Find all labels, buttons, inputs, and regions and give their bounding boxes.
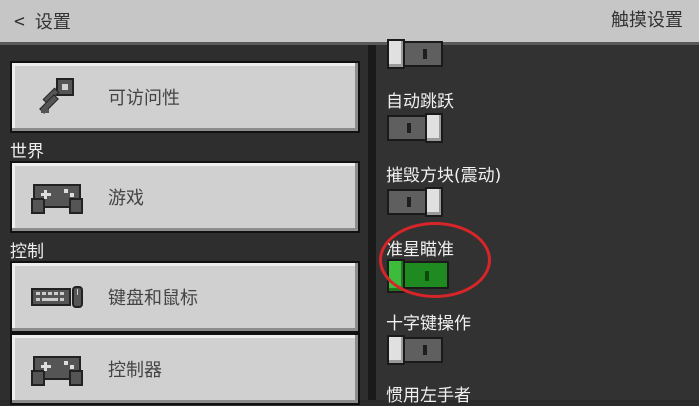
keyboard-mouse-icon [26,263,88,331]
key-icon [26,63,88,131]
section-header-world: 世界 [10,142,44,162]
chevron-left-icon: < [14,10,25,32]
settings-panel: 自动跳跃 摧毁方块(震动) 准星瞄准 十字键操作 惯用左手者 [376,39,699,406]
setting-label-destroy-block-vibration: 摧毁方块(震动) [386,166,502,186]
back-button[interactable]: < 设置 [0,0,71,42]
toggle-partial-top[interactable] [387,39,443,69]
toggle-destroy-block-vibration[interactable] [387,187,443,217]
gamepad-icon [26,163,88,231]
sidebar-item-label: 可访问性 [108,88,180,109]
sidebar-item-controller[interactable]: 控制器 [10,333,360,405]
settings-sidebar: 可访问性 世界 游戏 控制 键盘和鼠标 控制器 [0,45,368,405]
page-title: 触摸设置 [611,10,683,31]
gamepad-icon [26,335,88,403]
sidebar-item-label: 键盘和鼠标 [108,288,198,309]
sidebar-item-accessibility[interactable]: 可访问性 [10,61,360,133]
top-bar: < 设置 触摸设置 [0,0,699,45]
sidebar-item-label: 游戏 [108,188,144,209]
toggle-auto-jump[interactable] [387,113,443,143]
toggle-crosshair-aim[interactable] [387,259,449,293]
setting-label-crosshair-aim: 准星瞄准 [386,240,454,260]
setting-label-auto-jump: 自动跳跃 [386,92,454,112]
back-label: 设置 [34,12,71,33]
toggle-dpad[interactable] [387,335,443,365]
panel-divider [368,45,376,400]
setting-label-dpad: 十字键操作 [386,314,471,334]
sidebar-item-game[interactable]: 游戏 [10,161,360,233]
sidebar-item-label: 控制器 [108,360,162,381]
section-header-controls: 控制 [10,242,44,262]
sidebar-item-keyboard-mouse[interactable]: 键盘和鼠标 [10,261,360,333]
setting-label-left-handed: 惯用左手者 [386,386,471,406]
